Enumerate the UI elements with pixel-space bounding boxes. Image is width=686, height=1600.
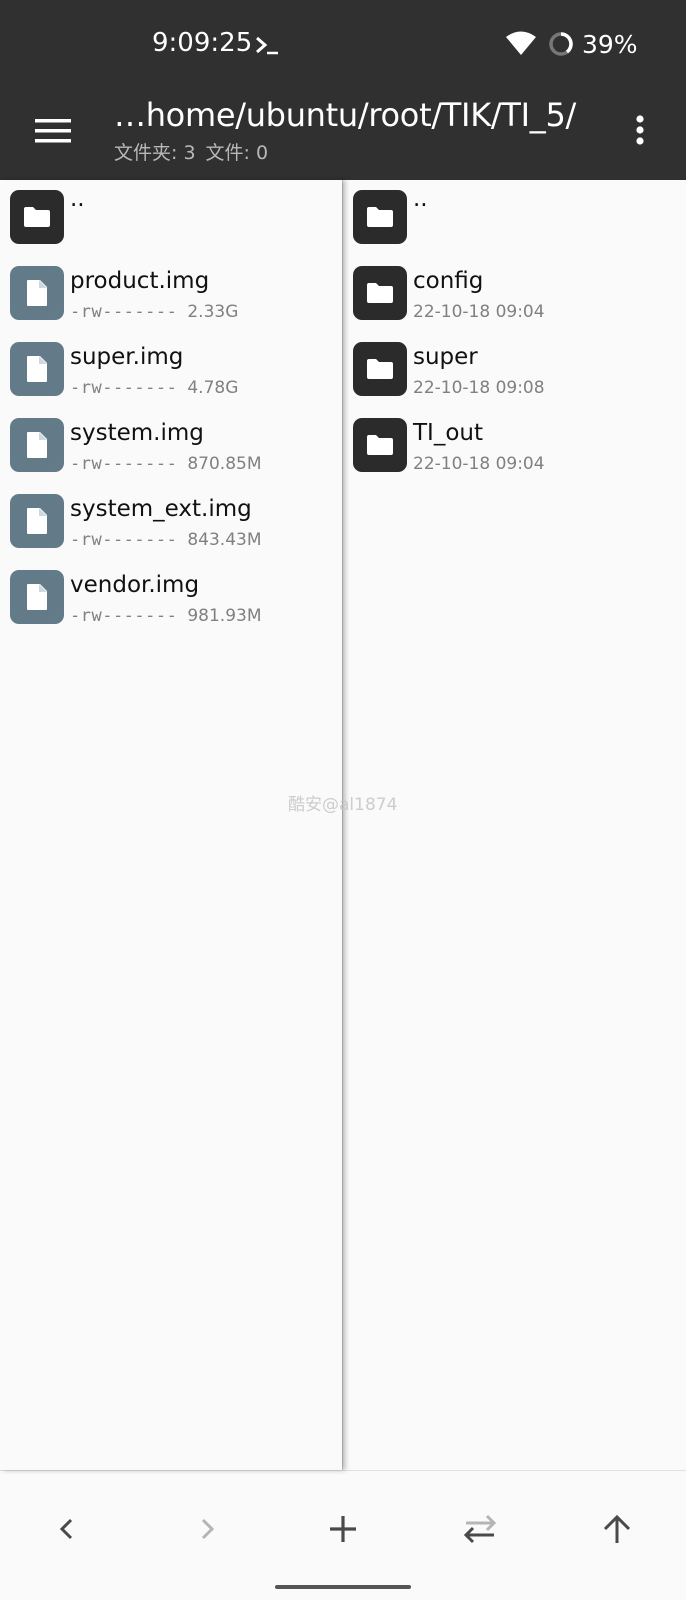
file-permissions: -rw------- <box>70 454 178 474</box>
file-permissions: -rw------- <box>70 378 178 398</box>
folder-meta: 22-10-18 09:04 <box>413 454 545 474</box>
file-size: 843.43M <box>187 530 262 550</box>
folder-name: TI_out <box>413 420 483 446</box>
folder-meta: 22-10-18 09:04 <box>413 302 545 322</box>
parent-directory-label: .. <box>413 186 428 212</box>
item-counts: 文件夹: 3 文件: 0 <box>114 138 278 165</box>
folder-row[interactable]: TI_out 22-10-18 09:04 <box>343 408 686 484</box>
file-size: 4.78G <box>187 378 239 398</box>
parent-directory-row[interactable]: .. <box>0 180 342 256</box>
status-bar: 9:09:25 39% <box>0 0 686 88</box>
file-row[interactable]: super.img -rw------- 4.78G <box>0 332 342 408</box>
file-size: 2.33G <box>187 302 239 322</box>
file-size: 981.93M <box>187 606 262 626</box>
battery-percent: 39% <box>582 30 638 59</box>
folder-count: 文件夹: 3 <box>114 142 196 164</box>
file-name: system.img <box>70 420 204 446</box>
forward-icon <box>201 1518 215 1540</box>
right-pane: .. config 22-10-18 09:04 super 22-10-18 … <box>342 180 686 1470</box>
file-name: system_ext.img <box>70 496 252 522</box>
folder-name: config <box>413 268 484 294</box>
terminal-icon <box>256 36 278 55</box>
file-row[interactable]: system.img -rw------- 870.85M <box>0 408 342 484</box>
add-button[interactable] <box>319 1505 367 1553</box>
add-icon <box>330 1516 356 1542</box>
file-icon <box>10 266 64 320</box>
folder-date: 22-10-18 09:08 <box>413 378 545 398</box>
file-meta: -rw------- 870.85M <box>70 454 262 474</box>
file-icon <box>10 570 64 624</box>
file-permissions: -rw------- <box>70 606 178 626</box>
swap-panes-button[interactable] <box>456 1505 504 1553</box>
file-icon <box>10 418 64 472</box>
folder-row[interactable]: super 22-10-18 09:08 <box>343 332 686 408</box>
file-meta: -rw------- 843.43M <box>70 530 262 550</box>
up-directory-button[interactable] <box>593 1505 641 1553</box>
folder-icon <box>353 190 407 244</box>
file-permissions: -rw------- <box>70 530 178 550</box>
file-icon <box>10 494 64 548</box>
menu-icon[interactable] <box>30 108 76 154</box>
folder-row[interactable]: config 22-10-18 09:04 <box>343 256 686 332</box>
swap-icon <box>463 1514 497 1544</box>
up-icon <box>603 1514 631 1543</box>
bottom-toolbar <box>0 1470 686 1600</box>
file-row[interactable]: vendor.img -rw------- 981.93M <box>0 560 342 636</box>
file-name: super.img <box>70 344 184 370</box>
home-indicator[interactable] <box>275 1585 411 1589</box>
file-meta: -rw------- 981.93M <box>70 606 262 626</box>
parent-directory-label: .. <box>70 186 85 212</box>
folder-date: 22-10-18 09:04 <box>413 454 545 474</box>
folder-meta: 22-10-18 09:08 <box>413 378 545 398</box>
parent-directory-row[interactable]: .. <box>343 180 686 256</box>
file-name: vendor.img <box>70 572 200 598</box>
file-meta: -rw------- 4.78G <box>70 378 238 398</box>
file-meta: -rw------- 2.33G <box>70 302 238 322</box>
folder-icon <box>353 342 407 396</box>
file-row[interactable]: system_ext.img -rw------- 843.43M <box>0 484 342 560</box>
status-time: 9:09:25 <box>152 28 253 58</box>
battery-saver-icon <box>549 32 573 56</box>
file-size: 870.85M <box>187 454 262 474</box>
file-icon <box>10 342 64 396</box>
left-pane: .. product.img -rw------- 2.33G super.img… <box>0 180 342 1470</box>
folder-date: 22-10-18 09:04 <box>413 302 545 322</box>
watermark: 酷安@al1874 <box>288 795 398 815</box>
forward-button[interactable] <box>182 1505 230 1553</box>
file-count: 文件: 0 <box>205 142 269 164</box>
wifi-icon <box>506 31 536 55</box>
folder-icon <box>10 190 64 244</box>
more-options-icon[interactable] <box>630 110 650 150</box>
file-permissions: -rw------- <box>70 302 178 322</box>
app-bar: …home/ubuntu/root/TIK/TI_5/ 文件夹: 3 文件: 0 <box>0 88 686 180</box>
file-name: product.img <box>70 268 210 294</box>
file-row[interactable]: product.img -rw------- 2.33G <box>0 256 342 332</box>
back-icon <box>59 1518 73 1540</box>
folder-name: super <box>413 344 478 370</box>
folder-icon <box>353 418 407 472</box>
current-path: …home/ubuntu/root/TIK/TI_5/ <box>114 96 576 134</box>
back-button[interactable] <box>44 1505 92 1553</box>
folder-icon <box>353 266 407 320</box>
